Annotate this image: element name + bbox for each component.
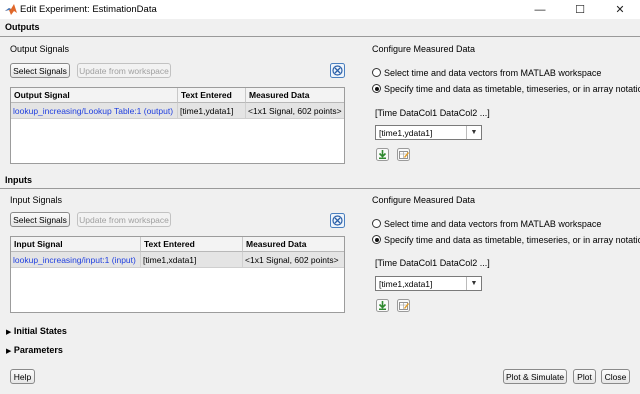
maximize-button[interactable]: ☐ — [560, 0, 600, 19]
input-select-signals-button[interactable]: Select Signals — [10, 212, 70, 227]
input-radio-workspace-label: Select time and data vectors from MATLAB… — [384, 219, 602, 229]
input-col-text-entered[interactable]: Text Entered — [141, 237, 243, 252]
input-signals-label: Input Signals — [10, 195, 63, 205]
input-edit-data-icon[interactable] — [397, 299, 410, 312]
output-import-data-icon[interactable] — [376, 148, 389, 161]
initial-states-expander[interactable]: ▶ Initial States — [6, 326, 67, 336]
output-radio-specify[interactable] — [372, 84, 381, 93]
input-col-signal[interactable]: Input Signal — [11, 237, 141, 252]
chevron-right-icon: ▶ — [6, 348, 12, 355]
input-configure-title: Configure Measured Data — [372, 195, 476, 205]
input-columns-label: [Time DataCol1 DataCol2 ...] — [375, 258, 490, 268]
output-radio-workspace[interactable] — [372, 68, 381, 77]
output-radio-workspace-label: Select time and data vectors from MATLAB… — [384, 68, 602, 78]
chevron-down-icon: ▼ — [466, 126, 481, 139]
input-radio-workspace[interactable] — [372, 219, 381, 228]
output-update-from-workspace-button[interactable]: Update from workspace — [77, 63, 171, 78]
table-row-input-measured[interactable]: <1x1 Signal, 602 points> — [243, 252, 344, 268]
help-button[interactable]: Help — [10, 369, 35, 384]
plot-button[interactable]: Plot — [573, 369, 596, 384]
input-data-dropdown[interactable]: [time1,xdata1] ▼ — [375, 276, 482, 291]
table-row-output-signal[interactable]: lookup_increasing/Lookup Table:1 (output… — [11, 103, 178, 119]
output-radio-specify-label: Specify time and data as timetable, time… — [384, 84, 640, 94]
outputs-section-header: Outputs — [0, 21, 640, 35]
table-row-input-signal[interactable]: lookup_increasing/input:1 (input) — [11, 252, 141, 268]
matlab-logo-icon — [5, 4, 17, 15]
initial-states-label: Initial States — [13, 326, 67, 336]
input-signals-table: Input Signal Text Entered Measured Data … — [10, 236, 345, 313]
parameters-label: Parameters — [13, 345, 63, 355]
output-data-dropdown[interactable]: [time1,ydata1] ▼ — [375, 125, 482, 140]
output-col-text-entered[interactable]: Text Entered — [178, 88, 246, 103]
output-configure-title: Configure Measured Data — [372, 44, 476, 54]
table-row-output-measured[interactable]: <1x1 Signal, 602 points> — [246, 103, 344, 119]
table-row-output-text[interactable]: [time1,ydata1] — [178, 103, 246, 119]
output-dropdown-value: [time1,ydata1] — [379, 128, 433, 138]
window-title: Edit Experiment: EstimationData — [20, 4, 157, 15]
inputs-section-label: Inputs — [5, 175, 32, 185]
outputs-divider — [0, 36, 640, 37]
output-delete-signal-icon[interactable] — [330, 63, 345, 78]
input-col-measured-data[interactable]: Measured Data — [243, 237, 344, 252]
input-import-data-icon[interactable] — [376, 299, 389, 312]
close-window-button[interactable]: ✕ — [600, 0, 640, 19]
plot-simulate-button[interactable]: Plot & Simulate — [503, 369, 567, 384]
output-edit-data-icon[interactable] — [397, 148, 410, 161]
output-signals-label: Output Signals — [10, 44, 70, 54]
chevron-right-icon: ▶ — [6, 329, 12, 336]
close-button[interactable]: Close — [601, 369, 630, 384]
output-columns-label: [Time DataCol1 DataCol2 ...] — [375, 108, 490, 118]
input-dropdown-value: [time1,xdata1] — [379, 279, 433, 289]
inputs-section-header: Inputs — [0, 174, 640, 188]
output-select-signals-button[interactable]: Select Signals — [10, 63, 70, 78]
output-col-measured-data[interactable]: Measured Data — [246, 88, 344, 103]
outputs-section-label: Outputs — [5, 22, 40, 32]
input-radio-specify[interactable] — [372, 235, 381, 244]
input-update-from-workspace-button[interactable]: Update from workspace — [77, 212, 171, 227]
chevron-down-icon: ▼ — [466, 277, 481, 290]
output-signals-table: Output Signal Text Entered Measured Data… — [10, 87, 345, 164]
input-radio-specify-label: Specify time and data as timetable, time… — [384, 235, 640, 245]
table-row-input-text[interactable]: [time1,xdata1] — [141, 252, 243, 268]
output-col-signal[interactable]: Output Signal — [11, 88, 178, 103]
parameters-expander[interactable]: ▶ Parameters — [6, 345, 63, 355]
input-delete-signal-icon[interactable] — [330, 213, 345, 228]
inputs-divider — [0, 188, 640, 189]
minimize-button[interactable]: — — [520, 0, 560, 19]
